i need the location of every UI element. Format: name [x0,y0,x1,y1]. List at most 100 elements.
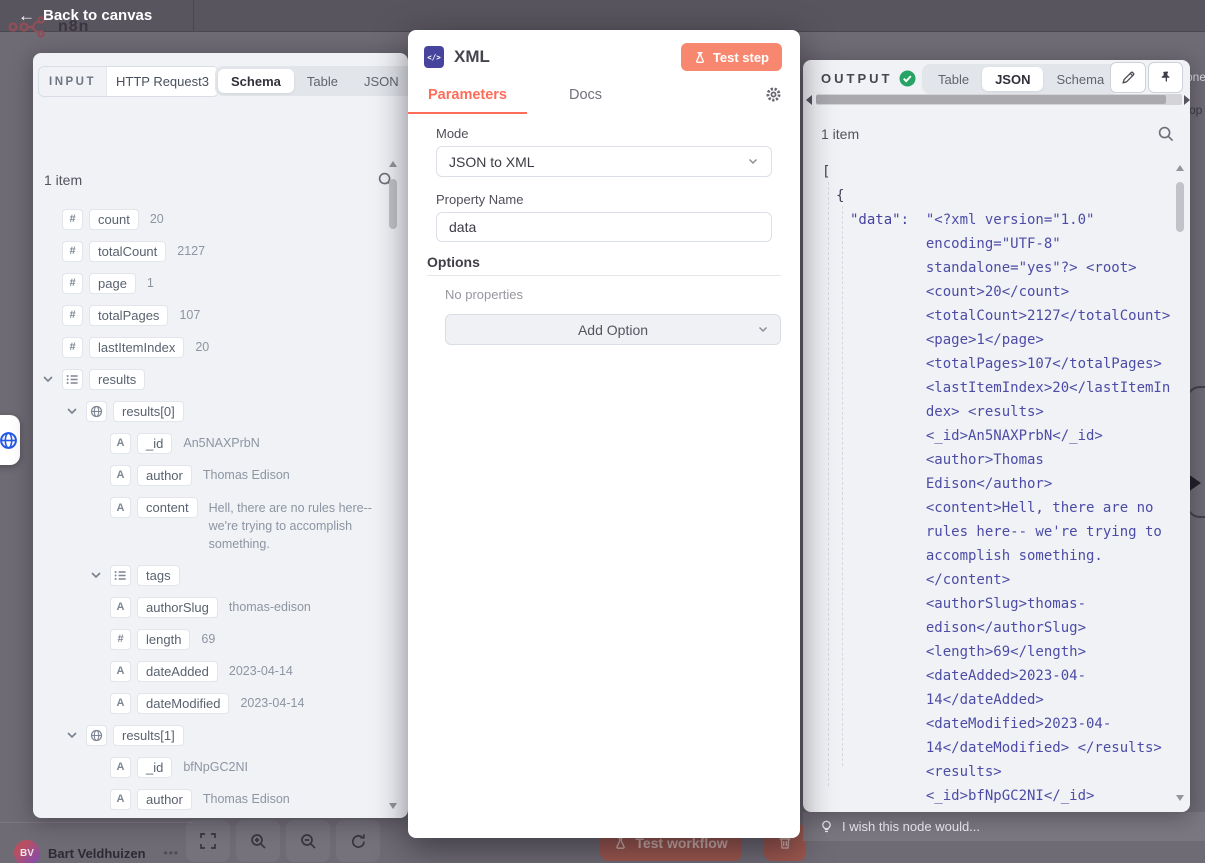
schema-value: 20 [195,338,209,356]
schema-row[interactable]: #totalPages107 [33,299,395,331]
string-type-icon: A [110,757,131,778]
list-type-icon [110,565,131,586]
input-scroll-up-arrow[interactable] [389,161,397,167]
schema-row[interactable]: A_idAn5NAXPrbN [33,427,395,459]
chevron-down-icon[interactable] [66,405,86,417]
input-source-select[interactable]: INPUT HTTP Request3 [38,66,219,97]
tab-docs[interactable]: Docs [549,84,622,112]
test-step-button[interactable]: Test step [681,43,782,71]
schema-value: Thomas Edison [203,790,290,808]
schema-value: 2023-04-14 [229,662,293,680]
schema-row[interactable]: #count20 [33,203,395,235]
schema-key[interactable]: count [89,209,139,230]
schema-key[interactable]: authorSlug [137,597,218,618]
chevron-down-icon[interactable] [90,569,110,581]
number-type-icon: # [62,305,83,326]
list-type-icon [62,369,83,390]
schema-row[interactable]: AauthorThomas Edison [33,783,395,815]
schema-key[interactable]: totalCount [89,241,166,262]
tab-table[interactable]: Table [294,69,351,93]
reset-zoom-button[interactable] [336,820,380,862]
schema-key[interactable]: results [89,369,145,390]
output-scrollbar-thumb[interactable] [1176,182,1184,232]
hscroll-thumb[interactable] [816,95,1166,104]
tab-schema[interactable]: Schema [1043,67,1117,91]
schema-key[interactable]: results[1] [113,725,184,746]
schema-key[interactable]: author [137,789,192,810]
hscroll-track[interactable] [816,94,1182,105]
add-option-label: Add Option [578,322,648,338]
feature-request-bar[interactable]: I wish this node would... [803,812,1205,841]
pin-icon [1159,71,1172,85]
canvas-node-label-fragment: op [1189,103,1202,117]
schema-row[interactable]: results[1] [33,719,395,751]
zoom-out-button[interactable] [286,820,330,862]
schema-key[interactable]: _id [137,433,172,454]
schema-key[interactable]: author [137,465,192,486]
search-icon[interactable] [1158,126,1174,142]
pin-output-button[interactable] [1148,62,1183,93]
schema-row[interactable]: results [33,363,395,395]
property-name-input[interactable]: data [436,212,772,242]
object-type-icon [86,401,107,422]
schema-key[interactable]: totalPages [89,305,168,326]
schema-row[interactable]: AdateAdded2023-04-14 [33,655,395,687]
input-scrollbar-thumb[interactable] [389,179,397,229]
add-option-button[interactable]: Add Option [445,314,781,345]
floating-side-widget[interactable] [0,415,20,465]
mode-select[interactable]: JSON to XML [436,146,772,177]
user-account[interactable]: BV Bart Veldhuizen ••• [14,840,179,863]
schema-row[interactable]: tags [33,559,395,591]
tab-json[interactable]: JSON [982,67,1043,91]
hscroll-right-arrow[interactable] [1184,95,1190,105]
schema-row[interactable]: results[0] [33,395,395,427]
schema-key[interactable]: results[0] [113,401,184,422]
zoom-in-button[interactable] [236,820,280,862]
back-to-canvas-link[interactable]: ← Back to canvas [18,7,152,24]
schema-row[interactable]: #length69 [33,623,395,655]
chevron-down-icon [757,322,769,338]
schema-key[interactable]: content [137,497,198,518]
schema-value: 1 [147,274,154,292]
input-scroll-down-arrow[interactable] [389,803,397,809]
schema-row[interactable]: AdateModified2023-04-14 [33,687,395,719]
chevron-down-icon[interactable] [42,373,62,385]
input-panel: INPUT HTTP Request3 Schema Table JSON 1 … [33,53,408,818]
tab-table[interactable]: Table [925,67,982,91]
schema-key[interactable]: dateModified [137,693,229,714]
fit-view-button[interactable] [186,820,230,862]
output-panel-label: OUTPUT [821,71,892,86]
node-settings-gear[interactable] [765,86,782,108]
avatar: BV [14,840,40,863]
schema-row[interactable]: AauthorThomas Edison [33,459,395,491]
schema-row[interactable]: AcontentHell, there are no rules here-- … [33,491,395,559]
schema-row[interactable]: AauthorSlugthomas-edison [33,591,395,623]
schema-row[interactable]: #page1 [33,267,395,299]
schema-key[interactable]: dateAdded [137,661,218,682]
tab-parameters[interactable]: Parameters [408,84,527,114]
schema-key[interactable]: _id [137,757,172,778]
output-hscrollbar[interactable] [803,93,1190,106]
schema-row[interactable]: A_idbfNpGC2NI [33,751,395,783]
tab-schema[interactable]: Schema [218,69,294,93]
options-divider [427,275,781,276]
schema-key[interactable]: length [137,629,190,650]
output-scroll-up-arrow[interactable] [1176,165,1184,171]
chevron-down-icon[interactable] [66,729,86,741]
hscroll-left-arrow[interactable] [806,95,812,105]
schema-value: 20 [150,210,164,228]
schema-row[interactable]: #totalCount2127 [33,235,395,267]
canvas-zoom-controls [186,820,380,862]
edit-output-button[interactable] [1110,62,1146,93]
output-scroll-down-arrow[interactable] [1176,795,1184,801]
schema-key[interactable]: tags [137,565,180,586]
schema-key[interactable]: lastItemIndex [89,337,184,358]
schema-key[interactable]: page [89,273,136,294]
list-icon [66,373,79,386]
schema-row[interactable]: AcontentAs a cure for worrying, work is … [33,815,395,816]
schema-value: Thomas Edison [203,466,290,484]
tab-json[interactable]: JSON [351,69,408,93]
schema-row[interactable]: #lastItemIndex20 [33,331,395,363]
schema-value: 69 [201,630,215,648]
user-menu-dots[interactable]: ••• [164,846,180,860]
